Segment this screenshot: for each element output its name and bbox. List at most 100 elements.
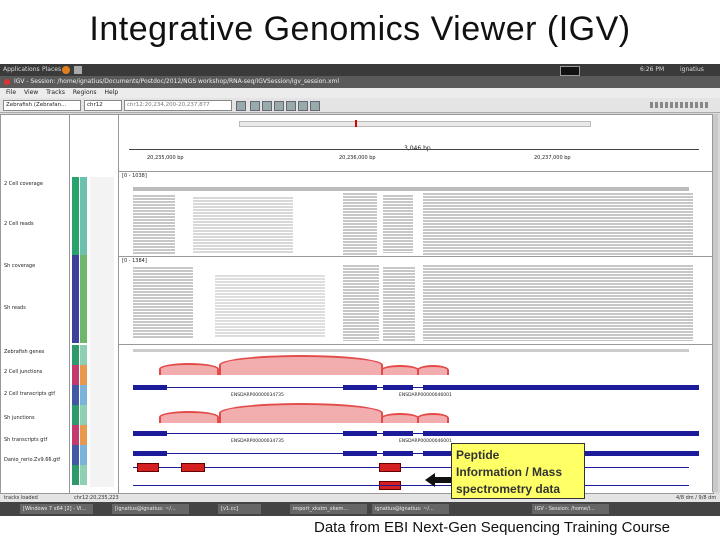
- peptide-line: [133, 467, 689, 468]
- refresh-icon[interactable]: [274, 101, 284, 111]
- attribute-panel: [69, 114, 119, 494]
- clock[interactable]: 6:26 PM: [640, 64, 664, 76]
- resize-icon[interactable]: [298, 101, 308, 111]
- read-stack[interactable]: [343, 193, 377, 255]
- read-stack[interactable]: [133, 195, 175, 255]
- exon[interactable]: [133, 431, 167, 436]
- junction-arc[interactable]: [417, 413, 449, 423]
- attribute-cell[interactable]: [72, 255, 79, 343]
- junction-arc[interactable]: [159, 363, 219, 375]
- gene-label: ENSDARP00000034735: [231, 439, 284, 444]
- read-stack[interactable]: [343, 265, 379, 341]
- menu-view[interactable]: View: [24, 89, 38, 96]
- exon[interactable]: [343, 431, 377, 436]
- track-label-2cell-junctions[interactable]: 2 Cell junctions: [4, 369, 42, 375]
- ruler-tick-label: 20,237,000 bp: [534, 155, 571, 161]
- read-stack[interactable]: [423, 265, 693, 341]
- peptide-line: [133, 485, 689, 486]
- taskbar-item[interactable]: ignatius@ignatius: ~/...: [372, 504, 449, 514]
- attribute-cell[interactable]: [80, 255, 87, 343]
- track-label-sh-junctions[interactable]: Sh junctions: [4, 415, 35, 421]
- slide-footer: Data from EBI Next-Gen Sequencing Traini…: [314, 519, 671, 536]
- junction-arc[interactable]: [417, 365, 449, 375]
- exon[interactable]: [133, 451, 167, 456]
- track-label-sh-coverage[interactable]: Sh coverage: [4, 263, 35, 269]
- forward-icon[interactable]: [262, 101, 272, 111]
- menu-tracks[interactable]: Tracks: [46, 89, 65, 96]
- track-label-sh-reads[interactable]: Sh reads: [4, 305, 26, 311]
- junction-arc[interactable]: [219, 403, 383, 423]
- track-label-sh-transcripts[interactable]: Sh transcripts gtf: [4, 437, 47, 443]
- exon[interactable]: [343, 451, 377, 456]
- read-stack[interactable]: [215, 275, 325, 337]
- ruler-tick-label: 20,235,000 bp: [147, 155, 184, 161]
- menu-help[interactable]: Help: [104, 89, 118, 96]
- junction-arc[interactable]: [219, 355, 383, 375]
- junction-arc[interactable]: [159, 411, 219, 423]
- read-stack[interactable]: [133, 267, 193, 339]
- exon[interactable]: [133, 385, 167, 390]
- divider: [119, 171, 713, 172]
- taskbar-item[interactable]: [v1.cc]: [218, 504, 261, 514]
- attribute-cell[interactable]: [80, 345, 87, 485]
- taskbar-item[interactable]: [ignatius@ignatius: ~/...: [112, 504, 189, 514]
- track-label-ensembl-gtf[interactable]: Danio_rerio.Zv9.66.gtf: [4, 457, 60, 463]
- attribute-cell[interactable]: [80, 177, 87, 255]
- locus-input[interactable]: chr12:20,234,200-20,237,877: [124, 100, 232, 111]
- ruler-tick-label: 20,236,000 bp: [339, 155, 376, 161]
- exon[interactable]: [383, 431, 413, 436]
- exon[interactable]: [423, 385, 699, 390]
- menu-file[interactable]: File: [6, 89, 16, 96]
- status-position: chr12:20,235,223: [74, 495, 119, 501]
- peptide-feature[interactable]: [181, 463, 205, 472]
- firefox-icon[interactable]: [62, 66, 70, 74]
- data-range-label: [0 - 1384]: [122, 258, 147, 264]
- read-stack[interactable]: [383, 267, 415, 341]
- popup-icon[interactable]: [310, 101, 320, 111]
- taskbar-item[interactable]: [Windows 7 x64 [2] - VI...: [20, 504, 93, 514]
- places-menu[interactable]: Places: [42, 64, 61, 76]
- slide-title: Integrative Genomics Viewer (IGV): [89, 10, 631, 48]
- status-left: tracks loaded: [4, 495, 38, 501]
- igv-screenshot: Applications Places 6:26 PM ignatius IGV…: [0, 64, 720, 516]
- junction-arc[interactable]: [381, 413, 419, 423]
- junction-arc[interactable]: [381, 365, 419, 375]
- coverage-bar[interactable]: [133, 187, 689, 191]
- taskbar-item[interactable]: IGV - Session: /home/i...: [532, 504, 609, 514]
- roi-icon[interactable]: [286, 101, 296, 111]
- system-monitor-icon: [560, 66, 580, 76]
- back-icon[interactable]: [250, 101, 260, 111]
- exon[interactable]: [423, 431, 699, 436]
- peptide-feature[interactable]: [379, 463, 401, 472]
- applications-menu[interactable]: Applications: [3, 64, 40, 76]
- chromosome-ideogram[interactable]: [239, 121, 591, 127]
- track-label-2cell-transcripts[interactable]: 2 Cell transcripts gtf: [4, 391, 55, 397]
- chromosome-select[interactable]: chr12: [84, 100, 122, 111]
- taskbar: [Windows 7 x64 [2] - VI... [ignatius@ign…: [0, 502, 720, 516]
- track-label-2cell-reads[interactable]: 2 Cell reads: [4, 221, 34, 227]
- taskbar-item[interactable]: import_xkstm_xkem...: [290, 504, 367, 514]
- status-bar: tracks loaded chr12:20,235,223 4/8 dm / …: [0, 494, 720, 502]
- read-stack[interactable]: [423, 193, 693, 255]
- ruler-line: [129, 149, 699, 150]
- vertical-scrollbar[interactable]: [712, 114, 718, 492]
- read-stack[interactable]: [383, 195, 413, 253]
- close-icon[interactable]: [4, 79, 10, 85]
- zoom-slider[interactable]: [650, 102, 710, 108]
- attribute-cell[interactable]: [72, 345, 79, 485]
- exon[interactable]: [343, 385, 377, 390]
- terminal-icon[interactable]: [74, 66, 82, 74]
- user-name[interactable]: ignatius: [680, 64, 704, 76]
- attribute-cell[interactable]: [72, 177, 79, 255]
- go-button[interactable]: [236, 101, 246, 111]
- gene-strip[interactable]: [133, 349, 689, 352]
- peptide-feature[interactable]: [137, 463, 159, 472]
- exon[interactable]: [383, 385, 413, 390]
- menu-regions[interactable]: Regions: [73, 89, 97, 96]
- read-stack[interactable]: [193, 197, 293, 253]
- genome-select[interactable]: Zebrafish (Zebrafan...: [3, 100, 81, 111]
- track-label-zebrafish-genes[interactable]: Zebrafish genes: [4, 349, 44, 355]
- track-label-2cell-coverage[interactable]: 2 Cell coverage: [4, 181, 43, 187]
- callout-line: Peptide: [456, 448, 500, 462]
- exon[interactable]: [383, 451, 413, 456]
